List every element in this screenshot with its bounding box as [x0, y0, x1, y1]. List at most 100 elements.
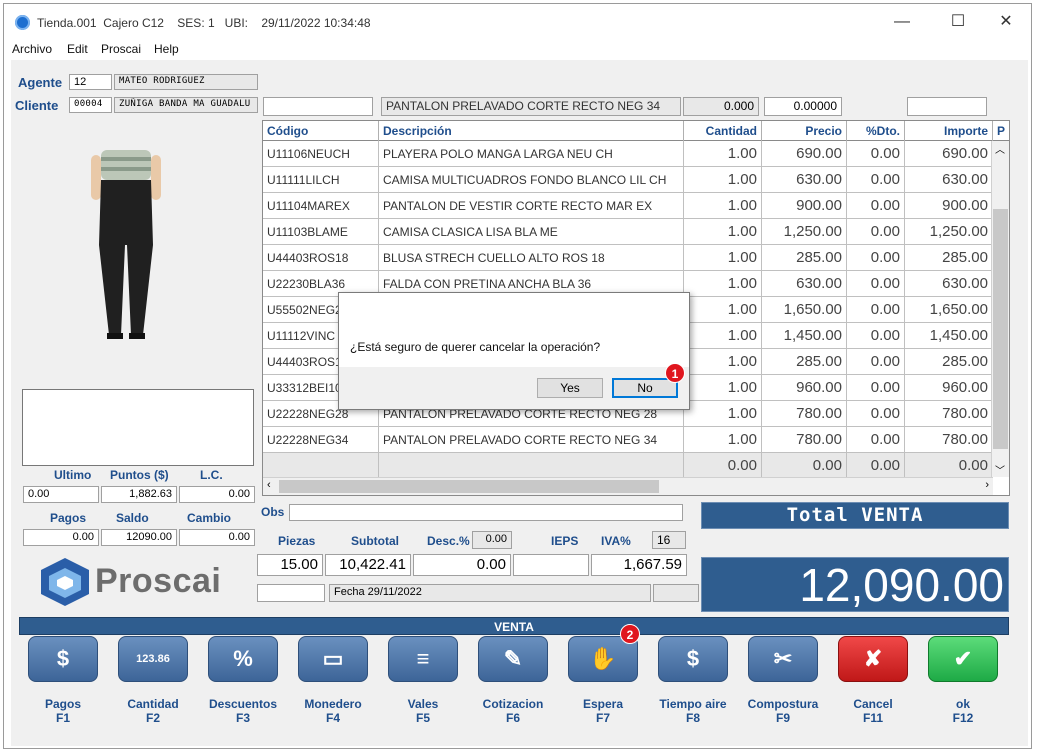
x-icon: ✘	[863, 646, 883, 671]
menu-proscai[interactable]: Proscai	[101, 42, 141, 56]
maximize-button[interactable]: ☐	[938, 10, 978, 34]
desc-pct-field[interactable]: 0.00	[472, 531, 512, 549]
obs-field[interactable]	[289, 504, 683, 521]
menu-help[interactable]: Help	[154, 42, 179, 56]
cell-desc: PANTALON DE VESTIR CORTE RECTO MAR EX	[379, 193, 684, 219]
agente-name-field[interactable]: MATEO RODRIGUEZ	[114, 74, 258, 90]
fkey-label-key: F3	[235, 711, 250, 725]
agente-label: Agente	[18, 75, 63, 90]
cell-price: 285.00	[762, 349, 847, 375]
cell-dto: 0.00	[847, 427, 905, 453]
cell-code: U44403ROS18	[263, 245, 379, 271]
confirm-dialog: ¿Está seguro de querer cancelar la opera…	[338, 292, 690, 410]
percent-icon: %	[233, 646, 253, 671]
cell-imp: 690.00	[905, 141, 993, 167]
cambio-field: 0.00	[179, 529, 255, 546]
pagos-button[interactable]: $	[28, 636, 98, 682]
cell-code: U22228NEG34	[263, 427, 379, 453]
vertical-scrollbar[interactable]: ︿ ﹀	[991, 141, 1009, 477]
scroll-left-icon[interactable]: ‹	[267, 479, 271, 491]
col-descripcion[interactable]: Descripción	[379, 121, 684, 141]
cell-dto: 0.00	[847, 297, 905, 323]
monedero-button[interactable]: ▭	[298, 636, 368, 682]
price-field[interactable]: 0.00000	[764, 97, 842, 116]
agente-code-field[interactable]: 12	[69, 74, 112, 90]
cliente-label: Cliente	[15, 98, 59, 113]
fkey-label-key: F4	[325, 711, 340, 725]
compostura-button[interactable]: ✂	[748, 636, 818, 682]
desc-label: Desc.%	[427, 534, 470, 548]
cell-price: 960.00	[762, 375, 847, 401]
horizontal-scroll-thumb[interactable]	[279, 480, 659, 493]
cell-qty: 1.00	[684, 219, 762, 245]
cell-price: 630.00	[762, 271, 847, 297]
cell-imp: 1,650.00	[905, 297, 993, 323]
total-value: 12,090.00	[701, 557, 1009, 612]
yes-button[interactable]: Yes	[537, 378, 603, 398]
scroll-right-icon[interactable]: ›	[985, 479, 989, 491]
cell-qty: 1.00	[684, 349, 762, 375]
col-precio[interactable]: Precio	[762, 121, 847, 141]
cell-imp: 285.00	[905, 349, 993, 375]
voucher-icon: ≡	[416, 646, 430, 671]
cell-price: 285.00	[762, 245, 847, 271]
vertical-scroll-thumb[interactable]	[993, 209, 1008, 449]
extra-field[interactable]	[907, 97, 987, 116]
table-row[interactable]: U11104MAREX PANTALON DE VESTIR CORTE RECT…	[263, 193, 993, 219]
product-image	[91, 150, 161, 339]
cell-code	[263, 453, 379, 479]
ok-button[interactable]: ✔	[928, 636, 998, 682]
col-p[interactable]: P	[993, 121, 1009, 141]
scroll-up-icon[interactable]: ︿	[995, 141, 1005, 156]
iva-label: IVA%	[601, 534, 631, 548]
table-row[interactable]: U22228NEG34 PANTALON PRELAVADO CORTE RECT…	[263, 427, 993, 453]
puntos-field: 1,882.63	[101, 486, 177, 503]
cotizacion-button[interactable]: ✎	[478, 636, 548, 682]
table-row[interactable]: U44403ROS18 BLUSA STRECH CUELLO ALTO ROS …	[263, 245, 993, 271]
col-importe[interactable]: Importe	[905, 121, 993, 141]
close-button[interactable]: ✕	[986, 10, 1026, 34]
puntos-label: Puntos ($)	[110, 468, 169, 482]
minimize-button[interactable]: —	[882, 10, 922, 34]
horizontal-scrollbar[interactable]: ‹ ›	[263, 477, 993, 495]
iva-pct-field[interactable]: 16	[652, 531, 686, 549]
table-row[interactable]: 0.00 0.00 0.00 0.00	[263, 453, 993, 479]
code-input[interactable]	[263, 97, 373, 116]
menu-archivo[interactable]: Archivo	[12, 42, 52, 56]
cliente-code-field[interactable]: 00004	[69, 97, 112, 113]
window-title: Tienda.001 Cajero C12 SES: 1 UBI: 29/11/…	[37, 16, 371, 30]
col-dto[interactable]: %Dto.	[847, 121, 905, 141]
descuentos-button[interactable]: %	[208, 636, 278, 682]
fkey-label-text: Tiempo aire	[659, 697, 727, 711]
cancel-button[interactable]: ✘	[838, 636, 908, 682]
tiempo-aire-button[interactable]: $	[658, 636, 728, 682]
cell-dto: 0.00	[847, 167, 905, 193]
fkey-label: Cancel F11	[828, 697, 918, 725]
fkey-label: Monedero F4	[288, 697, 378, 725]
cliente-name-field[interactable]: ZUÑIGA BANDA MA GUADALU	[114, 97, 258, 113]
aux-field	[257, 584, 325, 602]
iva-field: 1,667.59	[591, 554, 687, 576]
aux-field-2	[653, 584, 699, 602]
step-badge-2: 2	[620, 624, 640, 644]
lc-label: L.C.	[200, 468, 223, 482]
cell-imp: 630.00	[905, 167, 993, 193]
fkey-label-key: F1	[55, 711, 70, 725]
col-cantidad[interactable]: Cantidad	[684, 121, 762, 141]
vales-button[interactable]: ≡	[388, 636, 458, 682]
cambio-label: Cambio	[187, 511, 232, 525]
qty-field[interactable]: 0.000	[683, 97, 759, 116]
table-row[interactable]: U11111LILCH CAMISA MULTICUADROS FONDO BLA…	[263, 167, 993, 193]
col-codigo[interactable]: Código	[263, 121, 379, 141]
cell-qty: 1.00	[684, 193, 762, 219]
fkey-label-key: F12	[952, 711, 974, 725]
fkey-label-text: Cantidad	[127, 697, 179, 711]
menu-edit[interactable]: Edit	[67, 42, 88, 56]
cell-qty: 1.00	[684, 401, 762, 427]
cell-dto: 0.00	[847, 219, 905, 245]
table-row[interactable]: U11103BLAME CAMISA CLASICA LISA BLA ME 1.0…	[263, 219, 993, 245]
cell-qty: 1.00	[684, 375, 762, 401]
cantidad-button[interactable]: 123.86	[118, 636, 188, 682]
scroll-down-icon[interactable]: ﹀	[995, 462, 1005, 477]
table-row[interactable]: U11106NEUCH PLAYERA POLO MANGA LARGA NEU …	[263, 141, 993, 167]
